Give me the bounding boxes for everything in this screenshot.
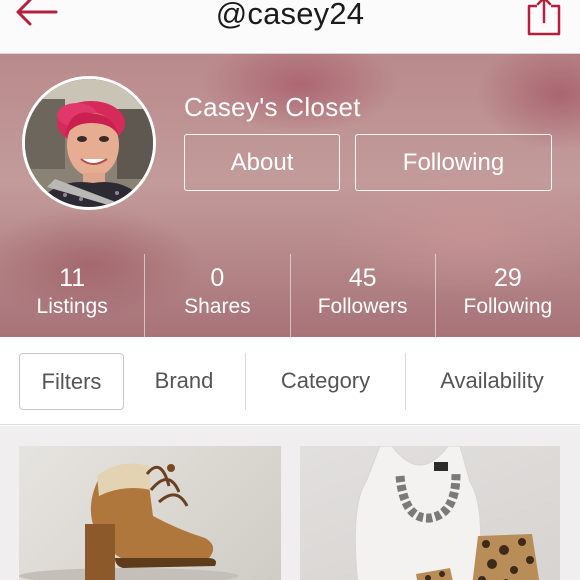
avatar[interactable] <box>22 76 156 210</box>
listing-tile-boot[interactable] <box>19 446 281 580</box>
stat-following-label: Following <box>463 295 553 318</box>
filters-button[interactable]: Filters <box>19 353 124 410</box>
profile-username: @casey24 <box>215 0 365 31</box>
stat-listings-count: 11 <box>59 264 86 292</box>
stat-followers-count: 45 <box>348 264 377 292</box>
following-toggle-button[interactable]: Following <box>355 134 552 191</box>
brand-filter[interactable]: Brand <box>128 337 240 425</box>
stat-shares-count: 0 <box>210 264 225 292</box>
outfit-photo <box>354 446 540 580</box>
filter-divider <box>405 353 406 410</box>
share-icon[interactable] <box>526 0 562 38</box>
stat-shares[interactable]: 0 Shares <box>144 254 289 337</box>
stat-followers-label: Followers <box>317 295 408 318</box>
avatar-photo <box>25 79 153 207</box>
closet-title: Casey's Closet <box>184 92 361 122</box>
stat-following[interactable]: 29 Following <box>434 254 580 337</box>
listings-grid <box>0 426 580 580</box>
filter-bar: Filters Brand Category Availability <box>0 337 580 425</box>
stat-following-count: 29 <box>493 264 522 292</box>
about-button[interactable]: About <box>184 134 340 191</box>
stat-listings-label: Listings <box>36 295 108 318</box>
stat-shares-label: Shares <box>184 295 251 318</box>
stat-listings[interactable]: 11 Listings <box>0 254 144 337</box>
listing-tile-outfit[interactable] <box>300 446 560 580</box>
availability-filter[interactable]: Availability <box>408 337 576 425</box>
top-nav-bar: @casey24 <box>0 0 580 54</box>
boot-photo <box>19 463 239 580</box>
filter-divider <box>245 353 246 410</box>
profile-cover: Casey's Closet About Following 11 Listin… <box>0 54 580 337</box>
category-filter[interactable]: Category <box>247 337 404 425</box>
profile-stats: 11 Listings 0 Shares 45 Followers 29 Fol… <box>0 254 580 337</box>
stat-followers[interactable]: 45 Followers <box>289 254 435 337</box>
